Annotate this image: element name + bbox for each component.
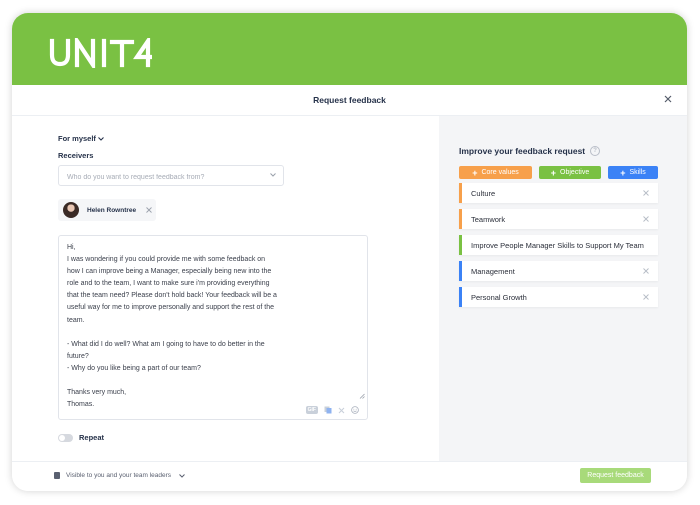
repeat-label: Repeat [79, 433, 105, 442]
repeat-toggle-row[interactable]: Repeat [58, 433, 104, 442]
plus-icon: + [472, 167, 478, 178]
remove-suggestion-icon[interactable] [643, 216, 649, 222]
brand-header [12, 13, 687, 85]
clear-icon[interactable] [338, 407, 345, 414]
visibility-dropdown[interactable]: Visible to you and your team leaders [54, 472, 185, 479]
remove-receiver-icon[interactable] [146, 207, 152, 213]
chevron-down-icon [179, 473, 185, 478]
message-toolbar: GIF [305, 406, 359, 414]
repeat-toggle[interactable] [58, 433, 73, 442]
visibility-label: Visible to you and your team leaders [66, 472, 172, 479]
remove-suggestion-icon[interactable] [643, 268, 649, 274]
suggestion-item[interactable]: Teamwork [459, 209, 658, 229]
suggestion-item[interactable]: Culture [459, 183, 658, 203]
audience-dropdown-label: For myself [58, 134, 96, 143]
gif-button[interactable]: GIF [305, 406, 318, 414]
request-feedback-button[interactable]: Request feedback [580, 468, 651, 483]
receiver-chip: Helen Rowntree [58, 199, 156, 221]
emoji-icon[interactable] [351, 406, 359, 414]
add-skills-label: Skills [629, 169, 646, 176]
toggle-knob [59, 434, 65, 441]
audience-dropdown[interactable]: For myself [58, 134, 104, 143]
suggestion-accent [459, 261, 462, 281]
plus-icon: + [550, 167, 557, 178]
suggestion-item[interactable]: Improve People Manager Skills to Support… [459, 235, 658, 255]
plus-icon: + [620, 167, 626, 178]
improve-title: Improve your feedback request ? [459, 146, 601, 156]
suggestion-item[interactable]: Personal Growth [459, 287, 658, 307]
suggestion-label: Improve People Manager Skills to Support… [471, 240, 644, 250]
add-skills-button[interactable]: + Skills [608, 166, 658, 179]
suggestion-accent [459, 287, 462, 307]
suggestion-label: Culture [471, 188, 496, 198]
message-text[interactable]: Hi, I was wondering if you could provide… [67, 242, 279, 411]
copy-icon[interactable] [324, 406, 332, 414]
feedback-modal: Request feedback For myself Receivers He… [12, 13, 687, 491]
modal-title: Request feedback [313, 95, 386, 105]
close-icon[interactable] [662, 93, 674, 105]
improve-title-text: Improve your feedback request [459, 146, 586, 156]
message-textarea[interactable]: Hi, I was wondering if you could provide… [58, 235, 368, 420]
suggestion-accent [459, 235, 462, 255]
receiver-search-input[interactable] [59, 168, 263, 187]
suggestion-accent [459, 209, 462, 229]
suggestion-label: Personal Growth [471, 292, 527, 302]
suggestion-accent [459, 183, 462, 203]
add-core-values-label: Core values [481, 169, 519, 176]
avatar [63, 202, 79, 218]
chevron-down-icon [98, 136, 104, 141]
add-objective-button[interactable]: + Objective [539, 166, 601, 179]
receivers-label: Receivers [58, 151, 94, 160]
remove-suggestion-icon[interactable] [643, 190, 649, 196]
help-icon[interactable]: ? [590, 146, 601, 156]
receiver-search[interactable] [58, 165, 284, 187]
remove-suggestion-icon[interactable] [643, 294, 649, 300]
suggestion-item[interactable]: Management [459, 261, 658, 281]
suggestion-label: Teamwork [471, 214, 506, 224]
chevron-down-icon[interactable] [270, 173, 276, 177]
unit4-logo [49, 38, 152, 68]
receiver-name: Helen Rowntree [87, 206, 137, 214]
add-core-values-button[interactable]: + Core values [459, 166, 532, 179]
suggestion-label: Management [471, 266, 515, 276]
resize-handle-icon[interactable] [359, 393, 365, 399]
lock-icon [54, 472, 60, 479]
add-objective-label: Objective [560, 169, 590, 176]
